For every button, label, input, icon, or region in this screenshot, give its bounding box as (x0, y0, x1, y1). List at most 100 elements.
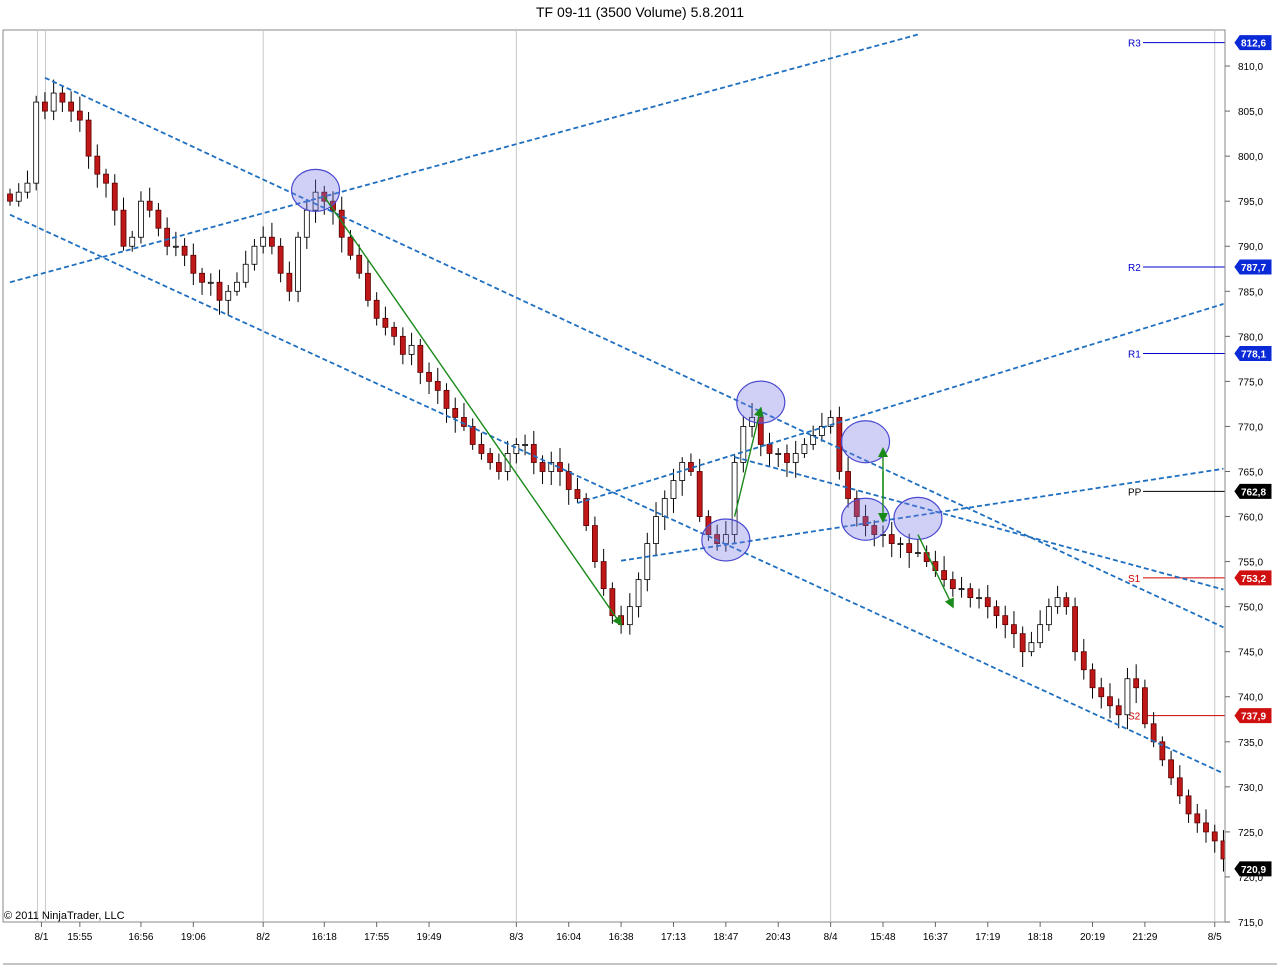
candle-body (1037, 624, 1044, 644)
candle-body (1168, 759, 1174, 779)
y-tick-label: 785,0 (1238, 287, 1263, 298)
candle (679, 457, 686, 496)
x-tick-label: 18:18 (1028, 932, 1053, 943)
candle-body (111, 182, 118, 211)
candle (949, 571, 956, 597)
candle (1142, 679, 1148, 729)
candle-body (234, 281, 240, 292)
trendline (9, 213, 1224, 775)
candle-body (42, 101, 48, 112)
x-tick-label: 8/4 (824, 932, 838, 943)
candle-body (146, 200, 153, 211)
x-tick-label: 16:56 (128, 932, 153, 943)
candle-body (740, 426, 747, 463)
candle (1037, 610, 1044, 649)
candle-body (268, 236, 275, 247)
candle (1054, 585, 1061, 614)
candle-body (530, 444, 537, 463)
candle (120, 197, 127, 251)
candle (583, 493, 590, 531)
candle (242, 250, 249, 288)
candle-body (784, 453, 790, 463)
highlight-circle (290, 168, 341, 212)
candle (207, 273, 214, 296)
candle-body (775, 453, 782, 455)
pivot-label-pp: PP (1128, 487, 1142, 498)
candle (548, 451, 555, 486)
candle (530, 430, 537, 475)
candle-body (1185, 795, 1192, 815)
trendline (734, 456, 1224, 591)
candle-body (984, 597, 991, 608)
candle (42, 92, 48, 120)
candle-body (303, 209, 310, 238)
candle (1063, 592, 1070, 615)
candle (164, 217, 171, 256)
candle-body (260, 236, 267, 247)
candle (1072, 597, 1078, 661)
candle-body (888, 534, 895, 544)
candle-body (1080, 651, 1087, 671)
candle-body (356, 254, 363, 274)
candle (1098, 677, 1105, 709)
candle-body (792, 453, 799, 463)
candle-body (1028, 642, 1035, 653)
highlight-circle (736, 380, 786, 424)
candle (1159, 736, 1166, 767)
y-tick-label: 755,0 (1238, 558, 1263, 569)
y-tick-label: 800,0 (1238, 152, 1263, 163)
candle (696, 458, 703, 522)
candle-body (7, 193, 13, 202)
candle-body (181, 245, 188, 256)
y-tick-label: 765,0 (1238, 467, 1263, 478)
candle (68, 91, 75, 122)
candle (984, 585, 991, 619)
candle-body (155, 209, 162, 229)
candle (59, 85, 66, 112)
candle (365, 258, 371, 307)
candle-body (1176, 777, 1183, 797)
x-axis: 8/1 15:55 16:56 19:06 8/2 16:18 17:55 19:49 8/3 1… (35, 922, 1222, 943)
candle-body (993, 606, 1000, 617)
y-tick-label: 760,0 (1238, 513, 1263, 524)
candle-body (766, 444, 773, 454)
candle (391, 321, 398, 346)
x-tick-label: 17:13 (661, 932, 686, 943)
candle (199, 267, 205, 295)
candle-body (94, 155, 101, 175)
candle-body (1089, 669, 1096, 689)
candle (15, 183, 22, 207)
candle-body (85, 119, 92, 157)
candle (1002, 605, 1009, 639)
candle-body (592, 525, 598, 562)
candle (434, 367, 441, 404)
candle (1011, 611, 1017, 649)
candle (592, 516, 598, 568)
candle (1194, 803, 1201, 833)
candle (897, 537, 904, 558)
candle (260, 226, 267, 254)
candle-body (696, 471, 703, 517)
candle (574, 477, 581, 504)
candle-body (242, 263, 249, 283)
candle-body (24, 182, 31, 193)
candle-body (76, 110, 83, 121)
candle-body (452, 408, 459, 418)
highlight-circles (290, 168, 943, 562)
candle-body (295, 236, 301, 292)
candle-body (670, 480, 677, 499)
candle (103, 168, 109, 198)
candle (801, 438, 808, 458)
candle (138, 191, 144, 244)
candle (452, 397, 459, 433)
candle (225, 284, 232, 316)
candle (766, 432, 773, 467)
x-tick-label: 8/2 (256, 932, 270, 943)
candle (495, 453, 502, 480)
candle-body (539, 462, 546, 472)
candle-body (958, 588, 965, 591)
candle (740, 415, 747, 473)
candle-body (443, 390, 450, 409)
y-axis: 715,0720,0725,0730,0735,0740,0745,0750,0… (1224, 30, 1272, 929)
candle-body (190, 254, 197, 274)
